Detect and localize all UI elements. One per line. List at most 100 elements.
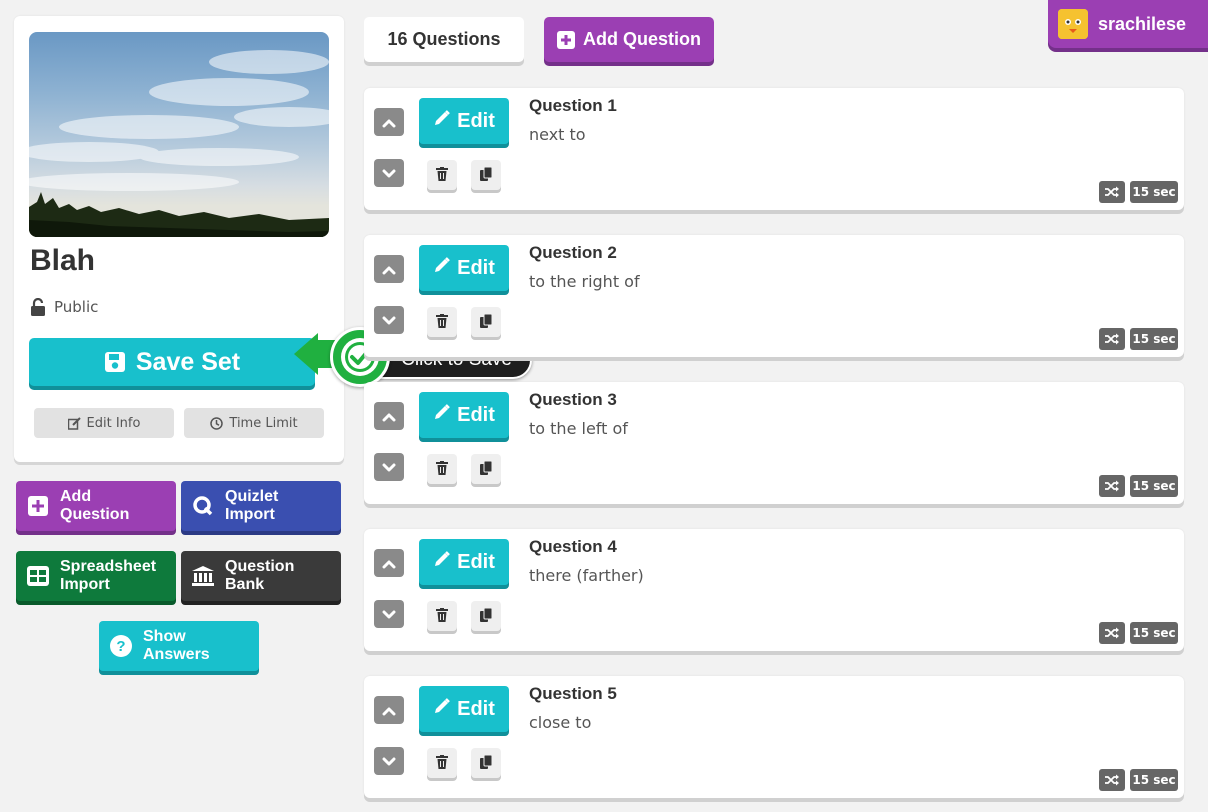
plus-square-icon bbox=[26, 494, 50, 518]
plus-square-icon bbox=[557, 30, 575, 49]
question-title: Question 1 bbox=[529, 96, 617, 115]
chevron-down-icon bbox=[382, 605, 396, 624]
question-card: Edit Question 4 there (farther) 15 sec bbox=[364, 529, 1184, 651]
move-down-button[interactable] bbox=[374, 747, 404, 775]
shuffle-icon bbox=[1099, 622, 1125, 644]
spreadsheet-import-line2: Import bbox=[60, 576, 110, 593]
floppy-disk-icon bbox=[104, 352, 125, 372]
chevron-down-icon bbox=[382, 311, 396, 330]
delete-question-button[interactable] bbox=[427, 160, 457, 190]
move-up-button[interactable] bbox=[374, 255, 404, 283]
chevron-up-icon bbox=[382, 260, 396, 279]
duplicate-question-button[interactable] bbox=[471, 601, 501, 631]
cover-image[interactable] bbox=[29, 32, 329, 237]
edit-question-button[interactable]: Edit bbox=[419, 539, 509, 585]
spreadsheet-import-line1: Spreadsheet bbox=[60, 558, 157, 575]
question-answer: next to bbox=[529, 125, 586, 144]
question-circle-icon: ? bbox=[109, 634, 133, 658]
edit-question-button[interactable]: Edit bbox=[419, 98, 509, 144]
trash-icon bbox=[436, 313, 448, 332]
question-card: Edit Question 1 next to 15 sec bbox=[364, 88, 1184, 210]
add-question-side-button[interactable]: Add Question bbox=[16, 481, 176, 531]
question-title: Question 4 bbox=[529, 537, 617, 556]
time-badge[interactable]: 15 sec bbox=[1130, 769, 1178, 791]
show-answers-line1: Show bbox=[143, 628, 186, 645]
add-question-line2: Question bbox=[60, 506, 130, 523]
pencil-icon bbox=[433, 697, 451, 721]
question-card: Edit Question 2 to the right of 15 sec bbox=[364, 235, 1184, 357]
move-up-button[interactable] bbox=[374, 108, 404, 136]
edit-question-button[interactable]: Edit bbox=[419, 392, 509, 438]
edit-square-icon bbox=[67, 416, 81, 430]
user-menu[interactable]: srachilese bbox=[1048, 0, 1208, 48]
chevron-down-icon bbox=[382, 752, 396, 771]
edit-label: Edit bbox=[457, 550, 495, 573]
move-down-button[interactable] bbox=[374, 159, 404, 187]
question-bank-line2: Bank bbox=[225, 576, 265, 593]
time-badge[interactable]: 15 sec bbox=[1130, 475, 1178, 497]
quizlet-import-line1: Quizlet bbox=[225, 488, 279, 505]
save-set-button[interactable]: Save Set bbox=[29, 338, 315, 386]
question-card: Edit Question 3 to the left of 15 sec bbox=[364, 382, 1184, 504]
chevron-down-icon bbox=[382, 164, 396, 183]
shuffle-icon bbox=[1099, 328, 1125, 350]
visibility-label: Public bbox=[54, 298, 99, 316]
question-title: Question 3 bbox=[529, 390, 617, 409]
edit-question-button[interactable]: Edit bbox=[419, 686, 509, 732]
edit-label: Edit bbox=[457, 403, 495, 426]
copy-icon bbox=[479, 754, 493, 773]
spreadsheet-import-button[interactable]: Spreadsheet Import bbox=[16, 551, 176, 601]
chevron-down-icon bbox=[382, 458, 396, 477]
trash-icon bbox=[436, 460, 448, 479]
add-question-button[interactable]: Add Question bbox=[544, 17, 714, 62]
question-answer: to the right of bbox=[529, 272, 640, 291]
shuffle-icon bbox=[1099, 181, 1125, 203]
delete-question-button[interactable] bbox=[427, 748, 457, 778]
clock-icon bbox=[210, 416, 224, 430]
time-badge[interactable]: 15 sec bbox=[1130, 181, 1178, 203]
show-answers-button[interactable]: ? Show Answers bbox=[99, 621, 259, 671]
move-down-button[interactable] bbox=[374, 600, 404, 628]
duplicate-question-button[interactable] bbox=[471, 454, 501, 484]
delete-question-button[interactable] bbox=[427, 307, 457, 337]
svg-text:?: ? bbox=[116, 638, 125, 655]
chevron-up-icon bbox=[382, 701, 396, 720]
move-up-button[interactable] bbox=[374, 402, 404, 430]
question-title: Question 2 bbox=[529, 243, 617, 262]
quizlet-import-button[interactable]: Quizlet Import bbox=[181, 481, 341, 531]
time-badge[interactable]: 15 sec bbox=[1130, 622, 1178, 644]
bank-icon bbox=[191, 564, 215, 588]
question-bank-button[interactable]: Question Bank bbox=[181, 551, 341, 601]
pencil-icon bbox=[433, 109, 451, 133]
delete-question-button[interactable] bbox=[427, 601, 457, 631]
question-bank-line1: Question bbox=[225, 558, 295, 575]
edit-label: Edit bbox=[457, 256, 495, 279]
move-down-button[interactable] bbox=[374, 306, 404, 334]
time-limit-button[interactable]: Time Limit bbox=[184, 408, 324, 438]
move-up-button[interactable] bbox=[374, 549, 404, 577]
edit-info-button[interactable]: Edit Info bbox=[34, 408, 174, 438]
copy-icon bbox=[479, 460, 493, 479]
duplicate-question-button[interactable] bbox=[471, 307, 501, 337]
move-down-button[interactable] bbox=[374, 453, 404, 481]
unlock-icon bbox=[31, 298, 45, 316]
save-set-label: Save Set bbox=[135, 347, 241, 376]
duplicate-question-button[interactable] bbox=[471, 160, 501, 190]
question-card: Edit Question 5 close to 15 sec bbox=[364, 676, 1184, 798]
edit-question-button[interactable]: Edit bbox=[419, 245, 509, 291]
add-question-label: Add Question bbox=[583, 29, 701, 49]
pencil-icon bbox=[433, 256, 451, 280]
show-answers-line2: Answers bbox=[143, 646, 210, 663]
table-icon bbox=[26, 564, 50, 588]
delete-question-button[interactable] bbox=[427, 454, 457, 484]
copy-icon bbox=[479, 313, 493, 332]
pencil-icon bbox=[433, 403, 451, 427]
quizlet-import-line2: Import bbox=[225, 506, 275, 523]
chevron-up-icon bbox=[382, 407, 396, 426]
edit-info-label: Edit Info bbox=[86, 415, 141, 431]
move-up-button[interactable] bbox=[374, 696, 404, 724]
time-badge[interactable]: 15 sec bbox=[1130, 328, 1178, 350]
duplicate-question-button[interactable] bbox=[471, 748, 501, 778]
visibility-toggle[interactable]: Public bbox=[30, 298, 98, 316]
trash-icon bbox=[436, 754, 448, 773]
